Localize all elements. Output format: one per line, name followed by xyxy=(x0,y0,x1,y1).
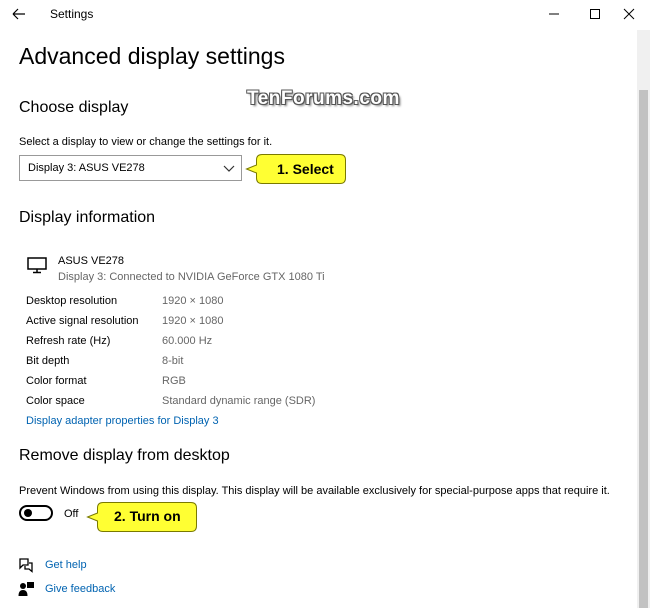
chevron-down-icon xyxy=(223,165,235,172)
feedback-icon xyxy=(18,582,34,596)
monitor-connection: Display 3: Connected to NVIDIA GeForce G… xyxy=(58,271,325,283)
info-label: Color format xyxy=(26,375,87,387)
display-select-value: Display 3: ASUS VE278 xyxy=(28,162,145,174)
turn-on-callout-text: 2. Turn on xyxy=(114,508,181,524)
toggle-knob xyxy=(24,509,32,517)
select-callout-text: 1. Select xyxy=(277,161,334,177)
give-feedback-link[interactable]: Give feedback xyxy=(45,583,115,595)
info-value: 60.000 Hz xyxy=(162,335,213,347)
info-value: 1920 × 1080 xyxy=(162,315,224,327)
info-label: Color space xyxy=(26,395,85,407)
display-adapter-properties-link[interactable]: Display adapter properties for Display 3 xyxy=(26,415,219,427)
maximize-button[interactable] xyxy=(580,3,610,25)
remove-display-toggle[interactable] xyxy=(19,505,53,521)
maximize-icon xyxy=(590,9,600,19)
info-label: Refresh rate (Hz) xyxy=(26,335,111,347)
info-label: Bit depth xyxy=(26,355,70,367)
info-label: Desktop resolution xyxy=(26,295,118,307)
back-arrow-icon xyxy=(12,8,25,20)
choose-display-heading: Choose display xyxy=(19,99,129,116)
toggle-state-label: Off xyxy=(64,508,79,520)
display-select-dropdown[interactable]: Display 3: ASUS VE278 xyxy=(19,155,242,181)
info-value: 8-bit xyxy=(162,355,184,367)
info-label: Active signal resolution xyxy=(26,315,139,327)
remove-display-description: Prevent Windows from using this display.… xyxy=(19,485,610,497)
scrollbar-thumb[interactable] xyxy=(639,90,648,608)
info-value: 1920 × 1080 xyxy=(162,295,224,307)
display-information-heading: Display information xyxy=(19,209,156,226)
info-value: RGB xyxy=(162,375,186,387)
back-button[interactable] xyxy=(8,4,30,24)
choose-display-description: Select a display to view or change the s… xyxy=(19,136,273,148)
close-icon xyxy=(623,8,635,20)
title-bar: Settings xyxy=(0,0,650,30)
scrollbar[interactable] xyxy=(637,30,650,608)
minimize-icon xyxy=(549,13,559,15)
window-title: Settings xyxy=(50,7,94,21)
help-icon xyxy=(19,558,33,573)
minimize-button[interactable] xyxy=(539,3,569,25)
get-help-link[interactable]: Get help xyxy=(45,559,87,571)
page-title: Advanced display settings xyxy=(19,43,285,69)
monitor-name: ASUS VE278 xyxy=(58,255,125,267)
remove-display-heading: Remove display from desktop xyxy=(19,447,230,464)
info-value: Standard dynamic range (SDR) xyxy=(162,395,316,407)
close-button[interactable] xyxy=(614,3,644,25)
watermark: TenForums.com xyxy=(247,88,400,109)
monitor-icon xyxy=(27,257,47,274)
